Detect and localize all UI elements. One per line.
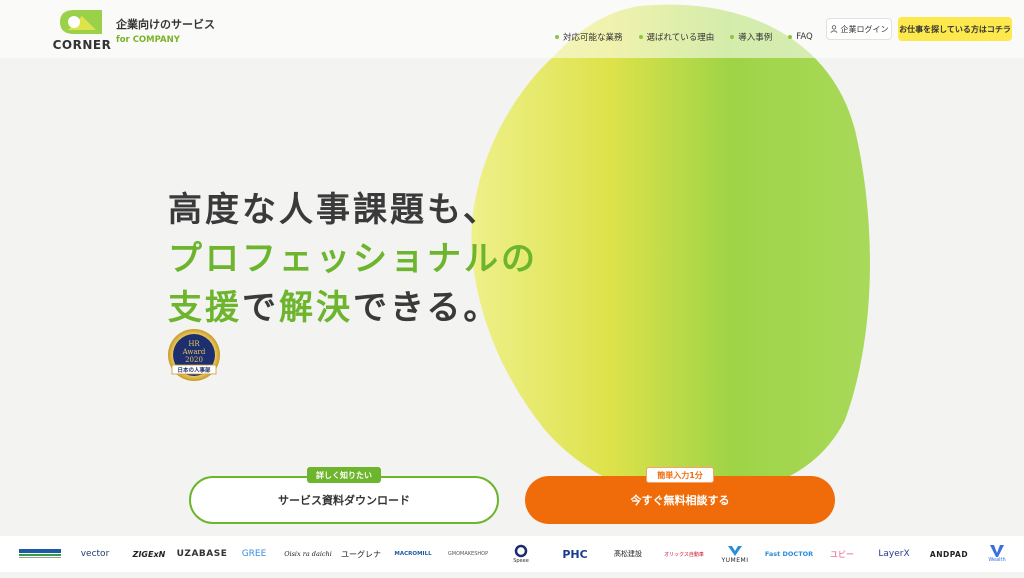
brand-subtitle-jp: 企業向けのサービス (116, 18, 215, 31)
hr-award-badge: HR Award 2020 日本の人事部 (168, 329, 220, 381)
yumemi-label: YUMEMI (721, 556, 749, 564)
nav-item-services[interactable]: 対応可能な業務 (555, 31, 623, 43)
main-nav: 対応可能な業務 選ばれている理由 導入事例 FAQ (555, 31, 813, 43)
nav-item-label: 選ばれている理由 (646, 33, 715, 43)
client-logo-vector: vector (80, 549, 110, 559)
hero-word-support: 支援 (168, 288, 242, 328)
client-logo-strip: vector ZIGExN UZABASE GREE Oisix ra daic… (0, 536, 1024, 572)
wealth-mark-icon (990, 545, 1004, 557)
client-logo-wealth: Wealth (982, 536, 1012, 572)
nav-item-label: FAQ (796, 32, 813, 42)
client-logo-uzabase: UZABASE (176, 549, 228, 559)
company-login-button[interactable]: 企業ログイン (826, 18, 892, 40)
nav-item-label: 対応可能な業務 (563, 33, 623, 43)
nav-item-reasons[interactable]: 選ばれている理由 (638, 31, 715, 43)
client-logo-macromill: MACROMILL (394, 551, 432, 557)
company-login-label: 企業ログイン (840, 24, 889, 34)
client-logo-phc: PHC (562, 547, 588, 561)
nav-item-cases[interactable]: 導入事例 (730, 31, 772, 43)
client-logo-ubie: ユビー (830, 549, 854, 559)
bullet-icon (730, 35, 735, 39)
bullet-icon (788, 35, 793, 39)
award-year: 2020 (185, 356, 203, 364)
bank-logo-icon (19, 549, 61, 558)
hero-word-solve: 解決 (279, 288, 353, 328)
client-logo-euglena: ユーグレナ (341, 549, 381, 559)
quick-input-tag: 簡単入力1分 (646, 467, 714, 483)
client-logo-takamatsu: 髙松建設 (614, 550, 642, 558)
corner-logo-mark-icon (60, 10, 102, 34)
download-brochure-button[interactable]: サービス資料ダウンロード (189, 476, 499, 524)
yumemi-mark-icon (728, 545, 742, 556)
learn-more-tag: 詳しく知りたい (307, 467, 381, 483)
bullet-icon (555, 35, 559, 39)
site-header: CORNER 企業向けのサービス for COMPANY 対応可能な業務 選ばれ… (0, 0, 1024, 58)
client-logo-orix: オリックス自動車 (664, 551, 704, 558)
hero-line-3: 支援で解決できる。 (168, 284, 538, 333)
person-icon (830, 25, 837, 33)
hero-headline: 高度な人事課題も、 プロフェッショナルの 支援で解決できる。 (168, 186, 538, 333)
hero-particle: で (242, 288, 279, 328)
hero-word-can: できる。 (353, 288, 501, 328)
hero-line-1: 高度な人事課題も、 (168, 190, 500, 230)
wealth-label: Wealth (988, 557, 1006, 563)
brand-subtitle: 企業向けのサービス for COMPANY (116, 16, 215, 45)
client-logo-fastdoctor: Fast DOCTOR (764, 550, 814, 558)
client-logo-oisix: Oisix ra daichi (284, 550, 332, 558)
hero-line-2: プロフェッショナルの (168, 239, 538, 279)
corner-logo[interactable]: CORNER (52, 8, 112, 52)
client-logo-gree: GREE (241, 549, 267, 559)
client-logo-andpad: ANDPAD (929, 549, 969, 559)
free-consultation-button[interactable]: 今すぐ無料相談する (525, 476, 835, 524)
bullet-icon (638, 35, 643, 39)
corner-logo-text: CORNER (52, 38, 112, 52)
client-logo-zigexn: ZIGExN (132, 549, 166, 559)
nav-item-label: 導入事例 (738, 33, 773, 43)
award-ribbon: 日本の人事部 (177, 366, 211, 374)
client-logo-gmo: GMOMAKESHOP (447, 551, 489, 557)
speee-label: Speee (513, 558, 529, 564)
client-logo-speee: Speee (506, 536, 536, 572)
client-logo-layerx: LayerX (878, 549, 910, 559)
client-logo-yumemi: YUMEMI (716, 536, 754, 572)
brand-subtitle-en: for COMPANY (116, 35, 180, 45)
job-seeker-button[interactable]: お仕事を探している方はコチラ (898, 17, 1012, 41)
award-line-1: HR (188, 340, 200, 348)
award-line-2: Award (182, 348, 206, 356)
client-logo-bank (18, 536, 62, 572)
speee-ring-icon (514, 544, 528, 558)
nav-item-faq[interactable]: FAQ (788, 31, 813, 43)
